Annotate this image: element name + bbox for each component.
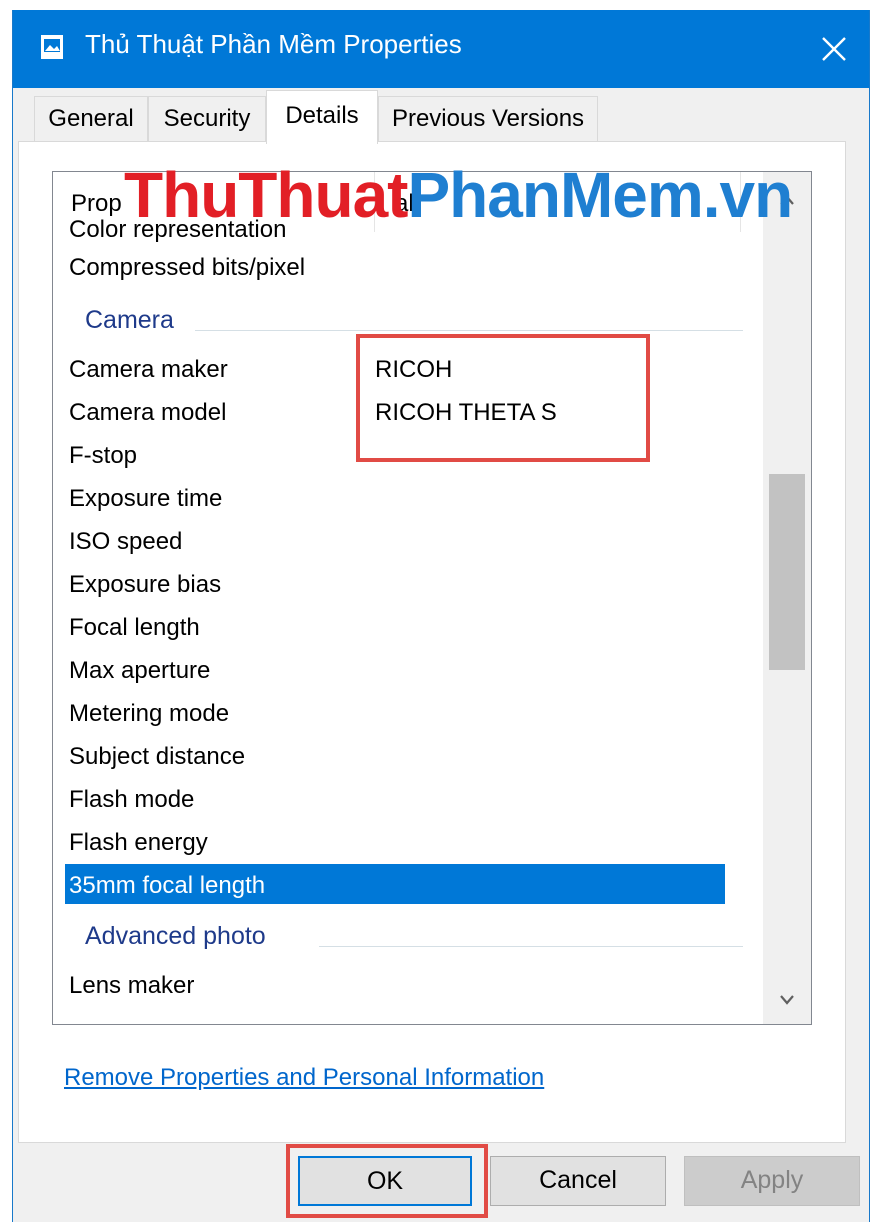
group-header-advanced-photo: Advanced photo [85,922,266,950]
list-item[interactable]: Metering mode [69,700,229,728]
list-item-selected[interactable]: 35mm focal length [69,872,265,900]
group-divider [195,330,743,331]
tab-previous-versions[interactable]: Previous Versions [378,96,598,142]
remove-properties-link[interactable]: Remove Properties and Personal Informati… [64,1064,544,1092]
apply-button[interactable]: Apply [684,1156,860,1206]
list-item[interactable]: Exposure time [69,485,222,513]
list-item[interactable]: Flash energy [69,829,208,857]
scroll-thumb[interactable] [769,474,805,670]
group-header-camera: Camera [85,306,174,334]
close-icon [822,37,846,61]
highlight-box-camera-values [356,334,650,462]
list-item[interactable]: Flash mode [69,786,194,814]
tab-general[interactable]: General [34,96,148,142]
vertical-scrollbar[interactable] [763,172,811,1024]
list-item[interactable]: F-stop [69,442,137,470]
image-file-icon [41,35,63,59]
list-item[interactable]: Focal length [69,614,200,642]
list-item[interactable]: Max aperture [69,657,210,685]
watermark-logo: ThuThuatPhanMem.vn [124,159,793,231]
tab-security[interactable]: Security [148,96,266,142]
scroll-down-arrow-icon[interactable] [779,994,795,1006]
highlight-box-ok-button [286,1144,488,1218]
property-list[interactable]: Prop al Color representation Compressed … [52,171,812,1025]
list-item[interactable]: Camera maker [69,356,228,384]
list-item[interactable]: Compressed bits/pixel [69,254,305,282]
list-item[interactable]: ISO speed [69,528,182,556]
close-button[interactable] [799,10,869,88]
list-item[interactable]: Subject distance [69,743,245,771]
list-item[interactable]: Exposure bias [69,571,221,599]
list-item[interactable]: Lens maker [69,972,194,1000]
list-item[interactable]: Camera model [69,399,226,427]
cancel-button[interactable]: Cancel [490,1156,666,1206]
tab-details[interactable]: Details [266,90,378,144]
title-bar[interactable]: Thủ Thuật Phần Mềm Properties [13,10,869,88]
group-divider [319,946,743,947]
window-title: Thủ Thuật Phần Mềm Properties [85,29,462,59]
